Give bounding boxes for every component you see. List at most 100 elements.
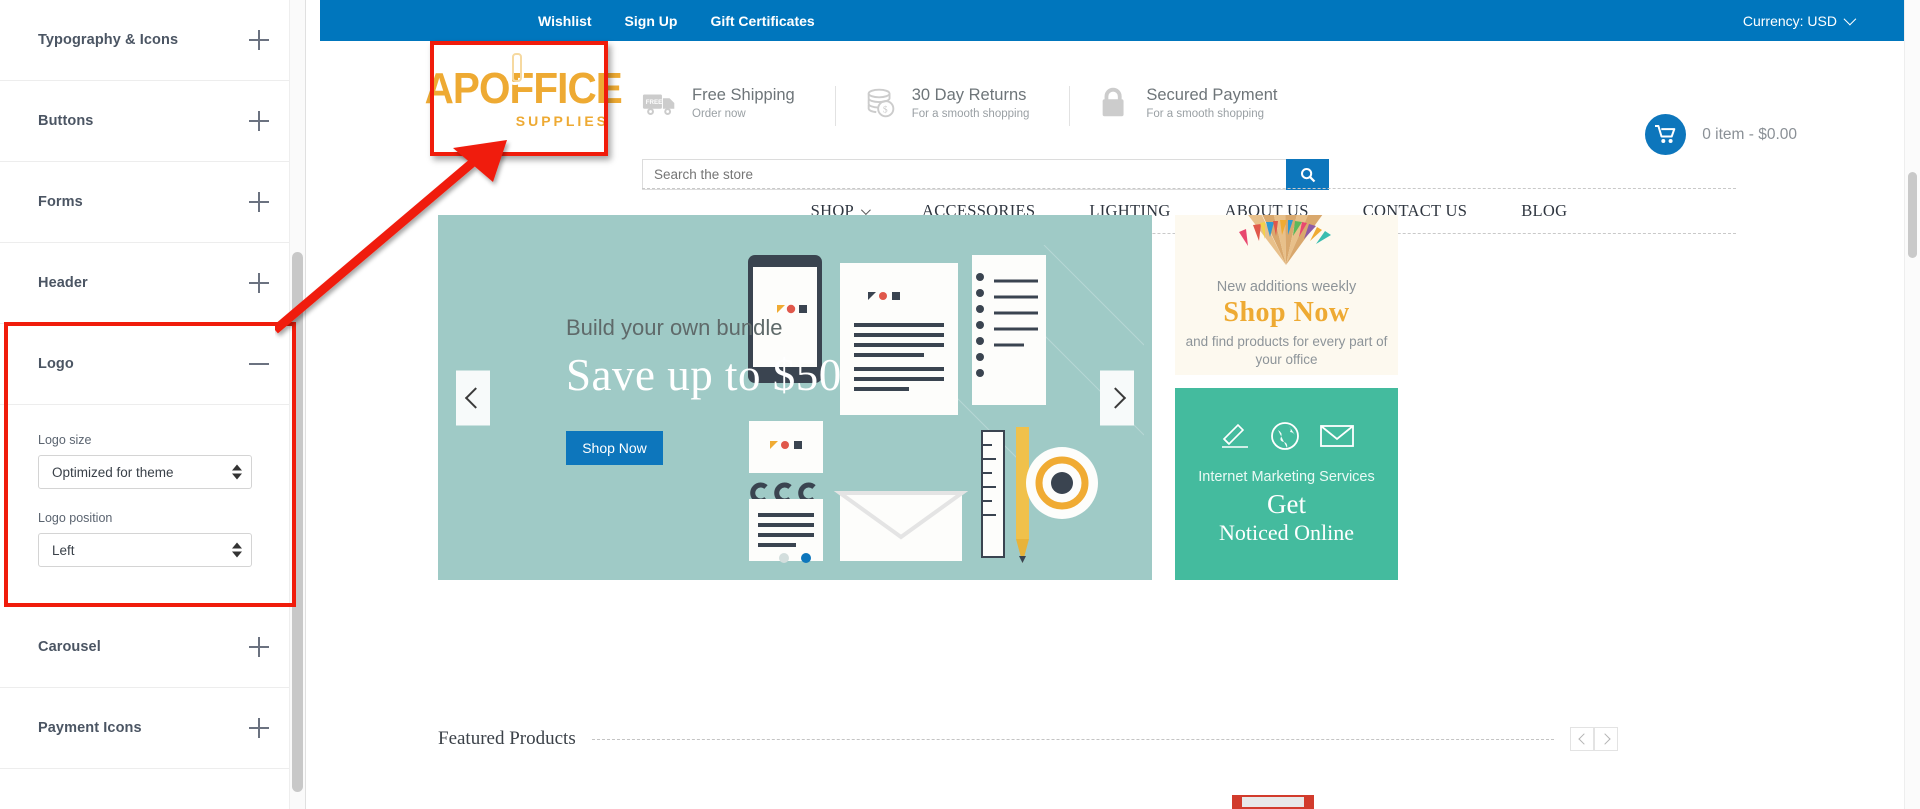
carousel-next-button[interactable]	[1100, 370, 1134, 425]
promo-subtitle: For a smooth shopping	[1146, 108, 1264, 121]
stepper-icon[interactable]	[232, 464, 242, 480]
hero-carousel: Build your own bundle Save up to $50 Sho…	[438, 215, 1152, 580]
sidebar-panel-typography-and-icons[interactable]: Typography & Icons	[0, 0, 305, 81]
currency-label: Currency: USD	[1742, 12, 1837, 29]
card-top-line2: Shop Now	[1223, 297, 1350, 328]
hero-title: Save up to $50	[566, 350, 842, 400]
panel-title: Payment Icons	[38, 720, 142, 736]
sidebar-panel-buttons[interactable]: Buttons	[0, 81, 305, 162]
featured-products-section: Featured Products	[438, 727, 1618, 751]
plus-icon[interactable]	[249, 30, 269, 50]
topbar-link-wishlist[interactable]: Wishlist	[538, 13, 592, 29]
storefront-preview: Wishlist Sign Up Gift Certificates Curre…	[320, 0, 1920, 809]
header-promos: FREE Free Shipping Order now $ 30 Day Re…	[642, 86, 1318, 126]
panel-title: Carousel	[38, 639, 101, 655]
sidebar-panel-logo[interactable]: Logo	[0, 324, 305, 405]
cart-summary[interactable]: 0 item - $0.00	[1645, 114, 1797, 155]
search-button[interactable]	[1286, 159, 1329, 190]
logo-size-value: Optimized for theme	[52, 464, 174, 480]
promo-30-day-returns: $ 30 Day Returns For a smooth shopping	[862, 86, 1070, 120]
page-scrollbar[interactable]	[1904, 0, 1920, 809]
svg-text:$: $	[883, 105, 888, 116]
stepper-icon[interactable]	[232, 542, 242, 558]
card-bottom-line2: Get	[1267, 489, 1306, 519]
hero-text: Build your own bundle Save up to $50 Sho…	[566, 315, 842, 465]
card-bottom-line3: Noticed Online	[1218, 520, 1355, 545]
promo-card-shop-now[interactable]: New additions weekly Shop Now and find p…	[1175, 215, 1398, 375]
sidebar-panel-payment-icons[interactable]: Payment Icons	[0, 688, 305, 769]
plus-icon[interactable]	[249, 192, 269, 212]
featured-products-title: Featured Products	[438, 728, 576, 749]
theme-editor-sidebar: Typography & Icons Buttons Forms Header …	[0, 0, 306, 809]
pencils-image	[1239, 215, 1331, 265]
divider	[834, 86, 836, 126]
promo-title: Secured Payment	[1146, 86, 1278, 104]
logo-panel-body: Logo size Optimized for theme Logo posit…	[0, 405, 305, 607]
topbar-link-sign-up[interactable]: Sign Up	[625, 13, 678, 29]
sidebar-panel-carousel[interactable]: Carousel	[0, 607, 305, 688]
plus-icon[interactable]	[249, 637, 269, 657]
card-bottom-line1: Internet Marketing Services	[1198, 469, 1375, 485]
plus-icon[interactable]	[249, 111, 269, 131]
featured-nav-buttons	[1570, 727, 1618, 751]
carousel-dot-2[interactable]	[801, 553, 811, 563]
promo-card-internet-marketing[interactable]: Internet Marketing Services Get Noticed …	[1175, 388, 1398, 580]
divider	[591, 738, 1554, 740]
promo-free-shipping: FREE Free Shipping Order now	[642, 86, 835, 120]
logo-position-label: Logo position	[38, 511, 113, 525]
screen-root: Typography & Icons Buttons Forms Header …	[0, 0, 1920, 809]
site-logo[interactable]: APOFFICE SUPPLIES	[424, 43, 623, 153]
chevron-down-icon	[860, 204, 871, 215]
panel-title: Buttons	[38, 113, 94, 129]
carousel-dots	[779, 553, 811, 563]
truck-icon: FREE	[642, 94, 675, 115]
featured-prev-button[interactable]	[1570, 727, 1594, 751]
sidebar-scrollbar-thumb[interactable]	[292, 252, 303, 792]
panel-title: Typography & Icons	[38, 32, 179, 48]
paperclip-icon	[506, 45, 524, 85]
sidebar-panel-forms[interactable]: Forms	[0, 162, 305, 243]
card-bottom-icons	[1220, 421, 1354, 451]
promo-title: 30 Day Returns	[911, 86, 1027, 104]
nav-item-blog[interactable]: BLOG	[1521, 201, 1567, 221]
globe-icon	[1270, 422, 1299, 450]
chevron-right-icon	[1598, 733, 1611, 745]
card-top-line1: New additions weekly	[1216, 279, 1357, 295]
logo-position-select[interactable]: Left	[38, 533, 252, 567]
promo-subtitle: For a smooth shopping	[911, 108, 1030, 121]
logo-sub-text: SUPPLIES	[515, 113, 609, 129]
chevron-left-icon	[464, 386, 486, 409]
carousel-dot-1[interactable]	[779, 553, 789, 563]
card-top-line3: and find products for every part of your…	[1185, 334, 1388, 368]
promo-title: Free Shipping	[692, 86, 795, 104]
minus-icon[interactable]	[249, 354, 269, 374]
hero-shop-now-button[interactable]: Shop Now	[566, 431, 663, 465]
panel-title: Logo	[38, 356, 74, 372]
divider	[1069, 86, 1071, 126]
topbar-links: Wishlist Sign Up Gift Certificates	[538, 13, 815, 29]
topbar-link-gift-certificates[interactable]: Gift Certificates	[710, 13, 814, 29]
featured-product-thumbnail[interactable]	[1218, 795, 1328, 809]
plus-icon[interactable]	[249, 718, 269, 738]
logo-size-select[interactable]: Optimized for theme	[38, 455, 252, 489]
lock-icon	[1103, 87, 1124, 117]
product-image	[1232, 795, 1314, 809]
panel-title: Forms	[38, 194, 83, 210]
logo-size-label: Logo size	[38, 433, 92, 447]
promo-subtitle: Order now	[692, 108, 746, 121]
cart-icon-circle[interactable]	[1645, 114, 1687, 155]
search-input[interactable]	[642, 159, 1286, 190]
chevron-left-icon	[1577, 733, 1590, 745]
currency-selector[interactable]: Currency: USD	[1742, 12, 1857, 29]
featured-next-button[interactable]	[1594, 727, 1618, 751]
svg-text:FREE: FREE	[646, 99, 662, 106]
hero-subtitle: Build your own bundle	[566, 315, 783, 340]
page-scrollbar-thumb[interactable]	[1908, 172, 1917, 258]
sidebar-panel-header[interactable]: Header	[0, 243, 305, 324]
sidebar-scrollbar[interactable]	[289, 0, 305, 809]
cart-total-text: 0 item - $0.00	[1702, 125, 1797, 143]
chevron-down-icon	[1843, 12, 1857, 26]
carousel-prev-button[interactable]	[456, 370, 490, 425]
plus-icon[interactable]	[249, 273, 269, 293]
promo-secured-payment: Secured Payment For a smooth shopping	[1096, 86, 1317, 120]
